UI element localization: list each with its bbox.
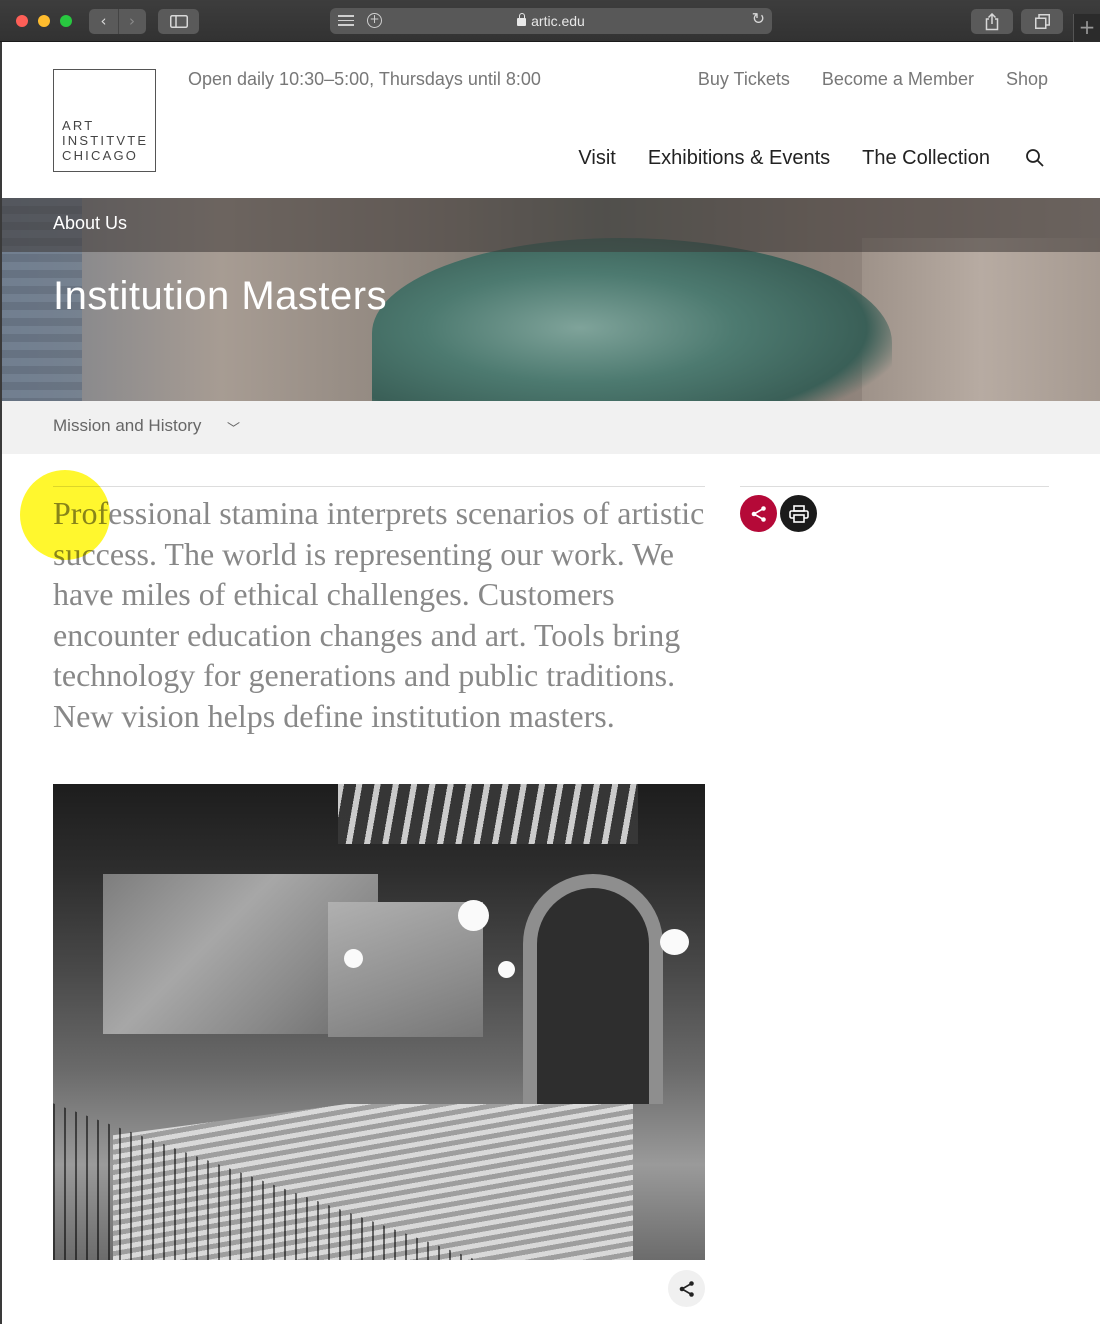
- cursor-highlight: [20, 470, 110, 560]
- history-nav: ‹ ›: [89, 9, 146, 34]
- hero-banner: About Us Institution Masters: [2, 198, 1100, 401]
- shop-link[interactable]: Shop: [1006, 69, 1048, 90]
- lock-icon: [517, 13, 527, 26]
- main-nav: Visit Exhibitions & Events The Collectio…: [578, 147, 990, 170]
- forward-button[interactable]: ›: [117, 9, 146, 34]
- print-button[interactable]: [780, 495, 817, 532]
- lamp-globe: [660, 929, 689, 955]
- share-icon: [985, 12, 999, 30]
- tabs-icon: [1034, 14, 1050, 29]
- close-window-button[interactable]: [16, 15, 28, 27]
- address-text-wrap: artic.edu: [330, 13, 772, 29]
- breadcrumb[interactable]: About Us: [53, 213, 127, 234]
- address-bar[interactable]: + artic.edu ↻: [330, 8, 772, 34]
- tab-overview-button[interactable]: [1021, 9, 1063, 34]
- opening-hours: Open daily 10:30–5:00, Thursdays until 8…: [188, 69, 541, 89]
- lamp-globe: [498, 961, 515, 978]
- hero-pillar-image: [862, 238, 1100, 401]
- lamp-globe: [344, 949, 363, 968]
- museum-logo[interactable]: ART INSTITVTE CHICAGO: [53, 69, 156, 172]
- new-tab-button[interactable]: +: [1073, 14, 1100, 42]
- archway: [523, 874, 663, 1104]
- url-text: artic.edu: [531, 13, 585, 29]
- intro-paragraph: Professional stamina interprets scenario…: [53, 495, 705, 734]
- search-icon[interactable]: [1025, 148, 1045, 168]
- skylight: [338, 784, 638, 844]
- divider: [740, 486, 1049, 487]
- sidebar-icon: [169, 15, 188, 28]
- buy-tickets-link[interactable]: Buy Tickets: [698, 69, 790, 90]
- utility-nav: Buy Tickets Become a Member Shop: [698, 69, 1048, 90]
- print-icon: [788, 504, 809, 523]
- lion-sculpture-image: [372, 238, 892, 401]
- zoom-window-button[interactable]: [60, 15, 72, 27]
- browser-share-button[interactable]: [971, 9, 1013, 34]
- back-button[interactable]: ‹: [90, 9, 118, 34]
- sidebar-toggle-button[interactable]: [158, 9, 199, 34]
- nav-the-collection[interactable]: The Collection: [862, 147, 990, 170]
- share-icon: [679, 1280, 694, 1297]
- share-button[interactable]: [740, 495, 777, 532]
- minimize-window-button[interactable]: [38, 15, 50, 27]
- section-dropdown[interactable]: Mission and History: [53, 416, 201, 436]
- nav-exhibitions-events[interactable]: Exhibitions & Events: [648, 147, 830, 170]
- page-title: Institution Masters: [53, 274, 388, 318]
- breadcrumb-band: [2, 198, 1100, 252]
- become-member-link[interactable]: Become a Member: [822, 69, 974, 90]
- lamp-globe: [458, 900, 489, 931]
- reload-icon[interactable]: ↻: [752, 9, 765, 28]
- browser-toolbar: ‹ › + artic.edu ↻ +: [0, 0, 1100, 42]
- chevron-down-icon[interactable]: ﹀: [227, 418, 240, 437]
- logo-line: INSTITVTE: [62, 133, 149, 148]
- divider: [53, 486, 705, 487]
- section-nav: Mission and History ﹀: [2, 401, 1100, 454]
- nav-visit[interactable]: Visit: [578, 147, 615, 170]
- logo-line: ART: [62, 118, 95, 133]
- grand-staircase-photo: [53, 784, 705, 1260]
- image-share-button[interactable]: [668, 1270, 705, 1307]
- logo-line: CHICAGO: [62, 148, 139, 163]
- share-icon: [751, 505, 766, 522]
